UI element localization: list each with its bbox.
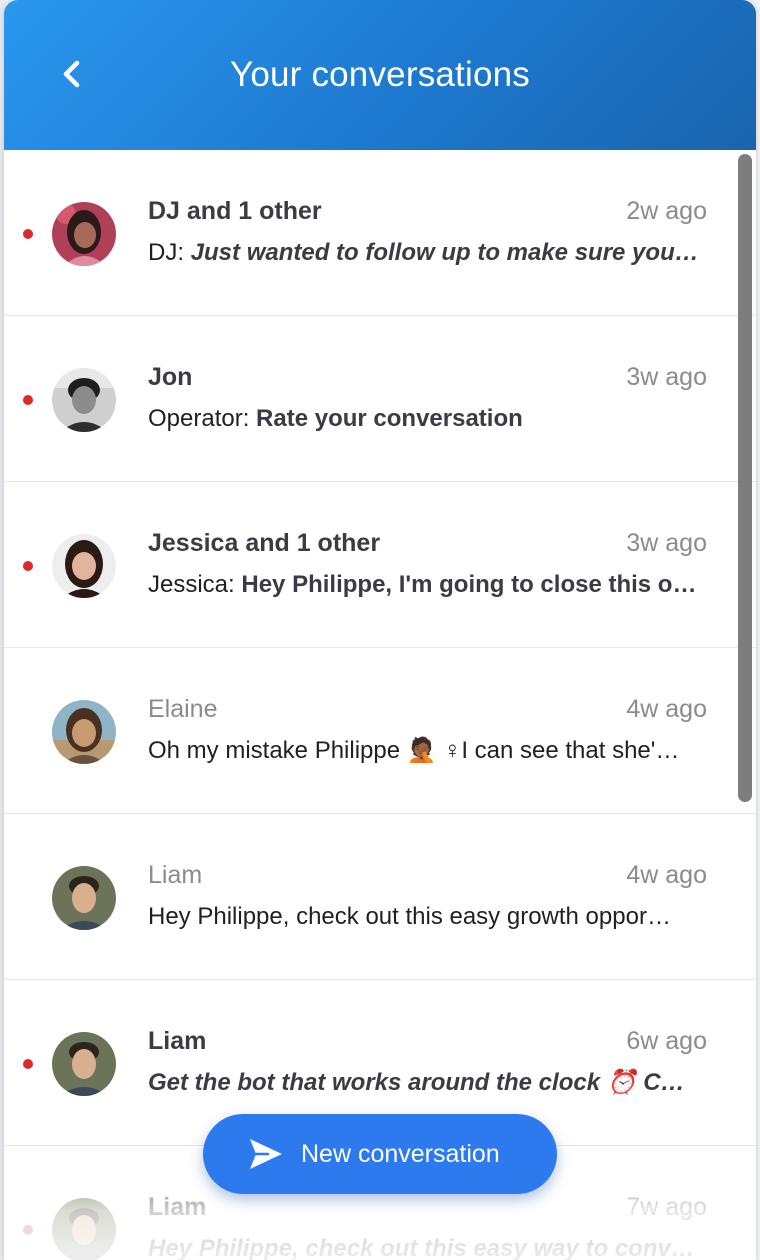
new-conversation-button[interactable]: New conversation: [203, 1114, 557, 1194]
conversation-name: Liam: [148, 1027, 207, 1055]
conversation-row[interactable]: Jessica and 1 other 3w ago Jessica: Hey …: [4, 482, 756, 648]
preview-message: Oh my mistake Philippe 🤦🏾 ♀I can see tha…: [148, 737, 680, 764]
conversation-time: 4w ago: [626, 861, 707, 889]
conversation-preview: Hey Philippe, check out this easy way to…: [148, 1232, 708, 1260]
preview-message: Just wanted to follow up to make sure yo…: [190, 239, 699, 266]
unread-dot: [23, 395, 33, 405]
conversation-list[interactable]: DJ and 1 other 2w ago DJ: Just wanted to…: [4, 150, 756, 1260]
conversation-time: 7w ago: [626, 1193, 707, 1221]
conversation-name: Jessica and 1 other: [148, 529, 381, 557]
avatar: [52, 700, 116, 764]
conversation-time: 3w ago: [626, 363, 707, 391]
conversation-name: Liam: [148, 861, 203, 889]
conversation-row[interactable]: DJ and 1 other 2w ago DJ: Just wanted to…: [4, 150, 756, 316]
conversation-preview: Operator: Rate your conversation: [148, 402, 708, 436]
preview-author: DJ:: [148, 239, 191, 266]
scrollbar-thumb[interactable]: [738, 154, 752, 802]
conversation-preview: Hey Philippe, check out this easy growth…: [148, 900, 708, 934]
preview-message: Rate your conversation: [256, 405, 523, 432]
conversation-row[interactable]: Liam 4w ago Hey Philippe, check out this…: [4, 814, 756, 980]
page-title: Your conversations: [230, 55, 530, 94]
conversation-time: 4w ago: [626, 695, 707, 723]
unread-dot: [23, 1059, 33, 1069]
preview-message: Hey Philippe, check out this easy way to…: [148, 1235, 695, 1260]
unread-dot: [23, 561, 33, 571]
conversation-time: 6w ago: [626, 1027, 707, 1055]
avatar: [52, 202, 116, 266]
conversation-row[interactable]: Elaine 4w ago Oh my mistake Philippe 🤦🏾 …: [4, 648, 756, 814]
avatar: [52, 1198, 116, 1260]
conversation-preview: Oh my mistake Philippe 🤦🏾 ♀I can see tha…: [148, 734, 708, 768]
new-conversation-label: New conversation: [301, 1140, 500, 1168]
conversation-name: Liam: [148, 1193, 207, 1221]
preview-author: Operator:: [148, 405, 257, 432]
header: Your conversations: [4, 0, 756, 150]
preview-message: Hey Philippe, I'm going to close this o…: [241, 571, 697, 598]
conversation-time: 3w ago: [626, 529, 707, 557]
avatar: [52, 866, 116, 930]
unread-dot: [23, 1225, 33, 1235]
conversation-time: 2w ago: [626, 197, 707, 225]
conversation-row[interactable]: Jon 3w ago Operator: Rate your conversat…: [4, 316, 756, 482]
avatar: [52, 534, 116, 598]
conversations-panel: Your conversations DJ and 1 other 2w ago…: [4, 0, 756, 1260]
unread-dot: [23, 229, 33, 239]
preview-author: Jessica:: [148, 571, 242, 598]
conversation-preview: Jessica: Hey Philippe, I'm going to clos…: [148, 568, 708, 602]
avatar: [52, 368, 116, 432]
send-icon: [250, 1139, 282, 1169]
preview-message: Get the bot that works around the clock …: [148, 1069, 685, 1096]
avatar: [52, 1032, 116, 1096]
conversation-name: Elaine: [148, 695, 218, 723]
conversation-preview: Get the bot that works around the clock …: [148, 1066, 708, 1100]
preview-message: Hey Philippe, check out this easy growth…: [148, 903, 671, 930]
conversation-preview: DJ: Just wanted to follow up to make sur…: [148, 236, 708, 270]
conversation-name: DJ and 1 other: [148, 197, 322, 225]
conversation-name: Jon: [148, 363, 193, 391]
